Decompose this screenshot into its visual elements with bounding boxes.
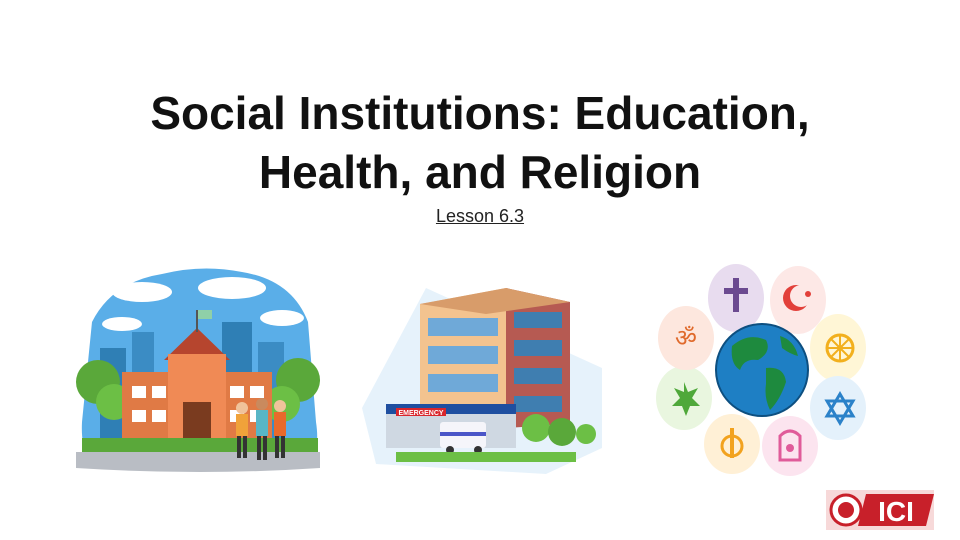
logo-text: ICI	[878, 496, 914, 527]
emergency-sign: EMERGENCY	[398, 410, 443, 417]
school-illustration	[76, 268, 320, 472]
om-icon: ॐ	[675, 324, 697, 352]
ici-logo: ICI	[826, 490, 934, 530]
globe-icon	[715, 323, 809, 417]
slide: Social Institutions: Education, Health, …	[0, 0, 960, 540]
hospital-illustration: EMERGENCY	[362, 288, 602, 474]
title-line-1: Social Institutions: Education,	[150, 87, 810, 139]
dharma-wheel-icon	[825, 333, 855, 363]
svg-text:ॐ: ॐ	[675, 324, 697, 352]
slide-title: Social Institutions: Education, Health, …	[40, 84, 920, 202]
world-religions-flower: ॐ	[656, 264, 866, 476]
title-line-2: Health, and Religion	[258, 146, 702, 198]
lesson-subtitle: Lesson 6.3	[435, 206, 525, 226]
